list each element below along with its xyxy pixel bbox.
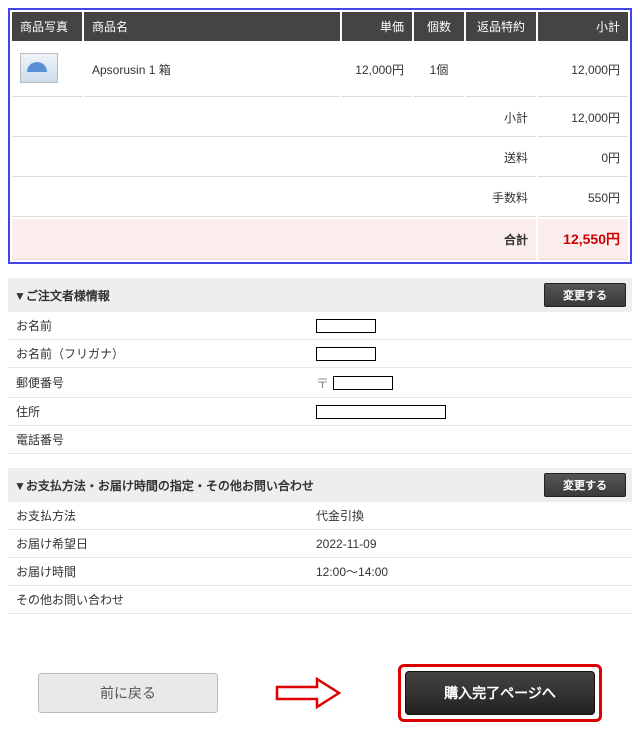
- orderer-kana-row: お名前（フリガナ）: [8, 340, 632, 368]
- payment-heading: ▼お支払方法・お届け時間の指定・その他お問い合わせ: [14, 477, 314, 494]
- orderer-postal-label: 郵便番号: [8, 369, 308, 396]
- change-payment-button[interactable]: 変更する: [544, 473, 626, 497]
- change-orderer-button[interactable]: 変更する: [544, 283, 626, 307]
- summary-fee-label: 手数料: [12, 179, 536, 217]
- order-summary-table: 商品写真 商品名 単価 個数 返品特約 小計 Apsorusin 1 箱 12,…: [8, 8, 632, 264]
- col-return: 返品特約: [466, 12, 536, 41]
- delivery-time-label: お届け時間: [8, 558, 308, 585]
- payment-method-value: 代金引換: [308, 502, 632, 529]
- orderer-name-row: お名前: [8, 312, 632, 340]
- product-return: [466, 43, 536, 97]
- summary-fee-row: 手数料 550円: [12, 179, 628, 217]
- complete-button[interactable]: 購入完了ページへ: [405, 671, 595, 715]
- orderer-postal-value: [333, 376, 393, 390]
- orderer-address-row: 住所: [8, 398, 632, 426]
- delivery-date-label: お届け希望日: [8, 530, 308, 557]
- arrow-icon: [273, 675, 343, 711]
- col-qty: 個数: [414, 12, 464, 41]
- summary-subtotal-value: 12,000円: [538, 99, 628, 137]
- orderer-phone-label: 電話番号: [8, 426, 308, 453]
- orderer-section: ▼ご注文者様情報 変更する お名前 お名前（フリガナ） 郵便番号 〒 住所 電話…: [8, 278, 632, 454]
- action-bar: 前に戻る 購入完了ページへ: [8, 664, 632, 742]
- summary-total-value: 12,550円: [538, 219, 628, 260]
- payment-method-row: お支払方法 代金引換: [8, 502, 632, 530]
- orderer-name-label: お名前: [8, 312, 308, 339]
- product-qty: 1個: [414, 43, 464, 97]
- col-subtotal: 小計: [538, 12, 628, 41]
- orderer-address-value: [316, 405, 446, 419]
- inquiry-value: [308, 595, 632, 605]
- summary-total-label: 合計: [12, 219, 536, 260]
- orderer-phone-row: 電話番号: [8, 426, 632, 453]
- inquiry-label: その他お問い合わせ: [8, 586, 308, 613]
- delivery-date-row: お届け希望日 2022-11-09: [8, 530, 632, 558]
- product-price: 12,000円: [342, 43, 412, 97]
- col-photo: 商品写真: [12, 12, 82, 41]
- postal-icon: 〒: [316, 373, 329, 392]
- delivery-date-value: 2022-11-09: [308, 532, 632, 556]
- product-thumbnail: [20, 53, 58, 83]
- payment-section: ▼お支払方法・お届け時間の指定・その他お問い合わせ 変更する お支払方法 代金引…: [8, 468, 632, 614]
- orderer-address-label: 住所: [8, 398, 308, 425]
- summary-total-row: 合計 12,550円: [12, 219, 628, 260]
- summary-subtotal-row: 小計 12,000円: [12, 99, 628, 137]
- summary-shipping-value: 0円: [538, 139, 628, 177]
- product-name: Apsorusin 1 箱: [84, 43, 340, 97]
- summary-subtotal-label: 小計: [12, 99, 536, 137]
- orderer-heading: ▼ご注文者様情報: [14, 287, 110, 304]
- delivery-time-row: お届け時間 12:00～14:00: [8, 558, 632, 586]
- inquiry-row: その他お問い合わせ: [8, 586, 632, 613]
- delivery-time-value: 12:00～14:00: [308, 558, 632, 585]
- orderer-postal-row: 郵便番号 〒: [8, 368, 632, 398]
- order-item-row: Apsorusin 1 箱 12,000円 1個 12,000円: [12, 43, 628, 97]
- col-price: 単価: [342, 12, 412, 41]
- orderer-kana-value: [316, 347, 376, 361]
- back-button[interactable]: 前に戻る: [38, 673, 218, 713]
- product-subtotal: 12,000円: [538, 43, 628, 97]
- summary-shipping-label: 送料: [12, 139, 536, 177]
- summary-fee-value: 550円: [538, 179, 628, 217]
- summary-shipping-row: 送料 0円: [12, 139, 628, 177]
- col-name: 商品名: [84, 12, 340, 41]
- complete-highlight: 購入完了ページへ: [398, 664, 602, 722]
- payment-method-label: お支払方法: [8, 502, 308, 529]
- orderer-phone-value: [308, 435, 632, 445]
- orderer-kana-label: お名前（フリガナ）: [8, 340, 308, 367]
- orderer-name-value: [316, 319, 376, 333]
